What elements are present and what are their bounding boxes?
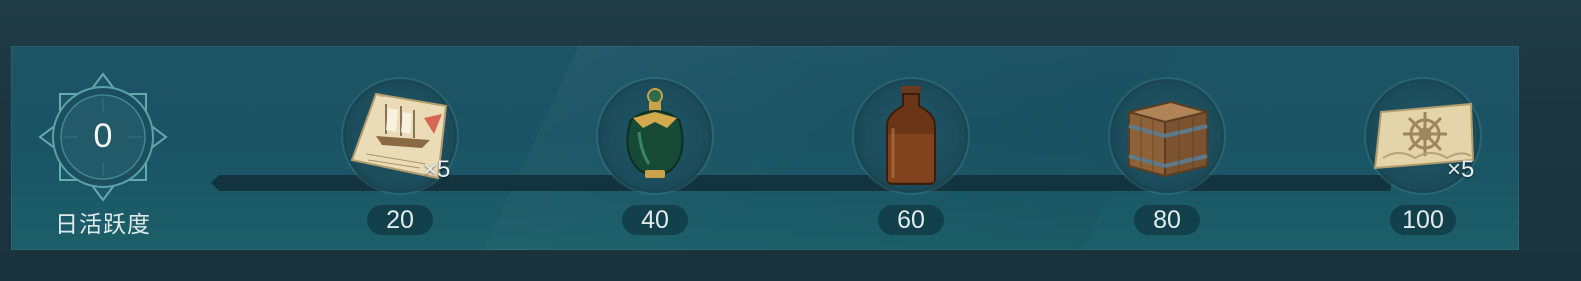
daily-activity-screen: 0 日活跃度 ×5 20 40 60 80 ×5 100	[0, 0, 1581, 281]
reward-quantity: ×5	[423, 156, 451, 183]
threshold-label: 20	[367, 205, 433, 235]
green-potion-bottle-icon	[626, 88, 684, 178]
activity-badge: 0	[38, 72, 168, 202]
threshold-label: 40	[622, 205, 688, 235]
reward-quantity: ×5	[1447, 156, 1475, 183]
activity-panel	[11, 46, 1519, 250]
milestone-20[interactable]: ×5 20	[346, 82, 458, 237]
wooden-crate-icon	[1128, 100, 1208, 178]
milestone-40[interactable]: 40	[601, 82, 713, 237]
brown-bottle-icon	[886, 86, 936, 185]
threshold-label: 100	[1390, 205, 1456, 235]
activity-value: 0	[93, 117, 113, 155]
activity-label: 日活跃度	[55, 212, 151, 238]
milestone-100[interactable]: ×5 100	[1369, 82, 1481, 237]
milestone-60[interactable]: 60	[857, 82, 969, 237]
threshold-label: 60	[878, 205, 944, 235]
milestone-80[interactable]: 80	[1113, 82, 1225, 237]
threshold-label: 80	[1134, 205, 1200, 235]
